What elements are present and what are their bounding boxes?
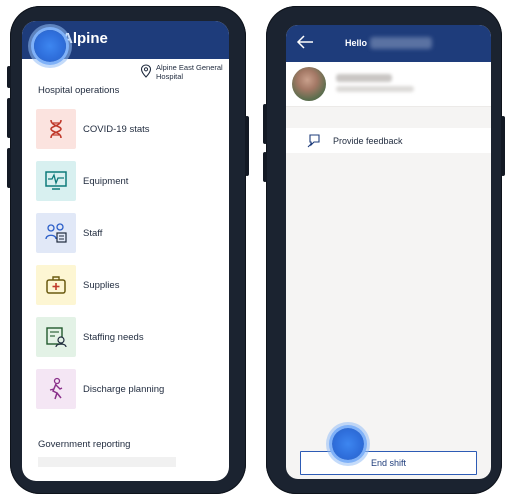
left-screen: Alpine Alpine East General Hospital Hosp… <box>22 21 229 481</box>
right-screen: Hello Provide feedback End shift <box>286 25 491 479</box>
menu-item-supplies[interactable]: Supplies <box>36 263 164 307</box>
profile-header: Hello <box>286 25 491 62</box>
feedback-icon <box>307 133 320 147</box>
section-title-hospital-operations: Hospital operations <box>38 85 120 96</box>
supplies-tile <box>36 265 76 305</box>
section-title-government-reporting: Government reporting <box>38 439 131 450</box>
covid-tile <box>36 109 76 149</box>
equipment-tile <box>36 161 76 201</box>
operations-menu: COVID-19 stats Equipment Staff Supplies … <box>36 107 164 419</box>
menu-label-staffing-needs: Staffing needs <box>83 331 144 343</box>
back-arrow-icon[interactable] <box>296 34 314 50</box>
menu-item-covid-stats[interactable]: COVID-19 stats <box>36 107 164 151</box>
right-phone-frame: Hello Provide feedback End shift <box>263 6 505 494</box>
people-icon <box>45 223 67 243</box>
left-side-button <box>7 148 11 188</box>
profile-card <box>286 62 491 107</box>
staffing-board-icon <box>46 327 67 348</box>
provide-feedback-item[interactable]: Provide feedback <box>286 128 491 153</box>
touch-indicator <box>34 30 66 62</box>
staffing-needs-tile <box>36 317 76 357</box>
government-reporting-row-placeholder[interactable] <box>38 457 176 467</box>
touch-indicator-end-shift <box>332 428 364 460</box>
redacted-name <box>370 37 432 49</box>
app-title: Alpine <box>62 30 108 47</box>
left-power-button <box>245 116 249 176</box>
right-power-button <box>501 116 505 176</box>
menu-label-discharge-planning: Discharge planning <box>83 383 165 395</box>
menu-item-staff[interactable]: Staff <box>36 211 164 255</box>
menu-label-staff: Staff <box>83 227 103 239</box>
discharge-planning-tile <box>36 369 76 409</box>
greeting-text: Hello <box>345 38 368 48</box>
first-aid-kit-icon <box>46 276 66 294</box>
monitor-icon <box>45 171 67 190</box>
provide-feedback-label: Provide feedback <box>333 135 403 146</box>
right-volume-button <box>263 104 267 144</box>
left-volume-button <box>7 66 11 88</box>
dna-icon <box>50 119 62 139</box>
menu-label-supplies: Supplies <box>83 279 120 291</box>
avatar <box>292 67 326 101</box>
menu-label-equipment: Equipment <box>83 175 129 187</box>
location-text: Alpine East General Hospital <box>156 63 223 81</box>
hospital-location[interactable]: Alpine East General Hospital <box>140 63 229 81</box>
location-line-2: Hospital <box>156 71 184 81</box>
end-shift-button[interactable]: End shift <box>300 451 477 475</box>
staff-tile <box>36 213 76 253</box>
redacted-user-name <box>336 74 392 82</box>
menu-label-covid-stats: COVID-19 stats <box>83 123 150 135</box>
redacted-user-email <box>336 86 414 92</box>
left-phone-frame: Alpine Alpine East General Hospital Hosp… <box>7 6 249 494</box>
walking-person-icon <box>49 377 63 400</box>
location-pin-icon <box>140 64 152 78</box>
right-volume-button-2 <box>263 152 267 182</box>
menu-item-staffing-needs[interactable]: Staffing needs <box>36 315 164 359</box>
menu-item-discharge-planning[interactable]: Discharge planning <box>36 367 164 411</box>
left-volume-button-2 <box>7 98 11 138</box>
menu-item-equipment[interactable]: Equipment <box>36 159 164 203</box>
